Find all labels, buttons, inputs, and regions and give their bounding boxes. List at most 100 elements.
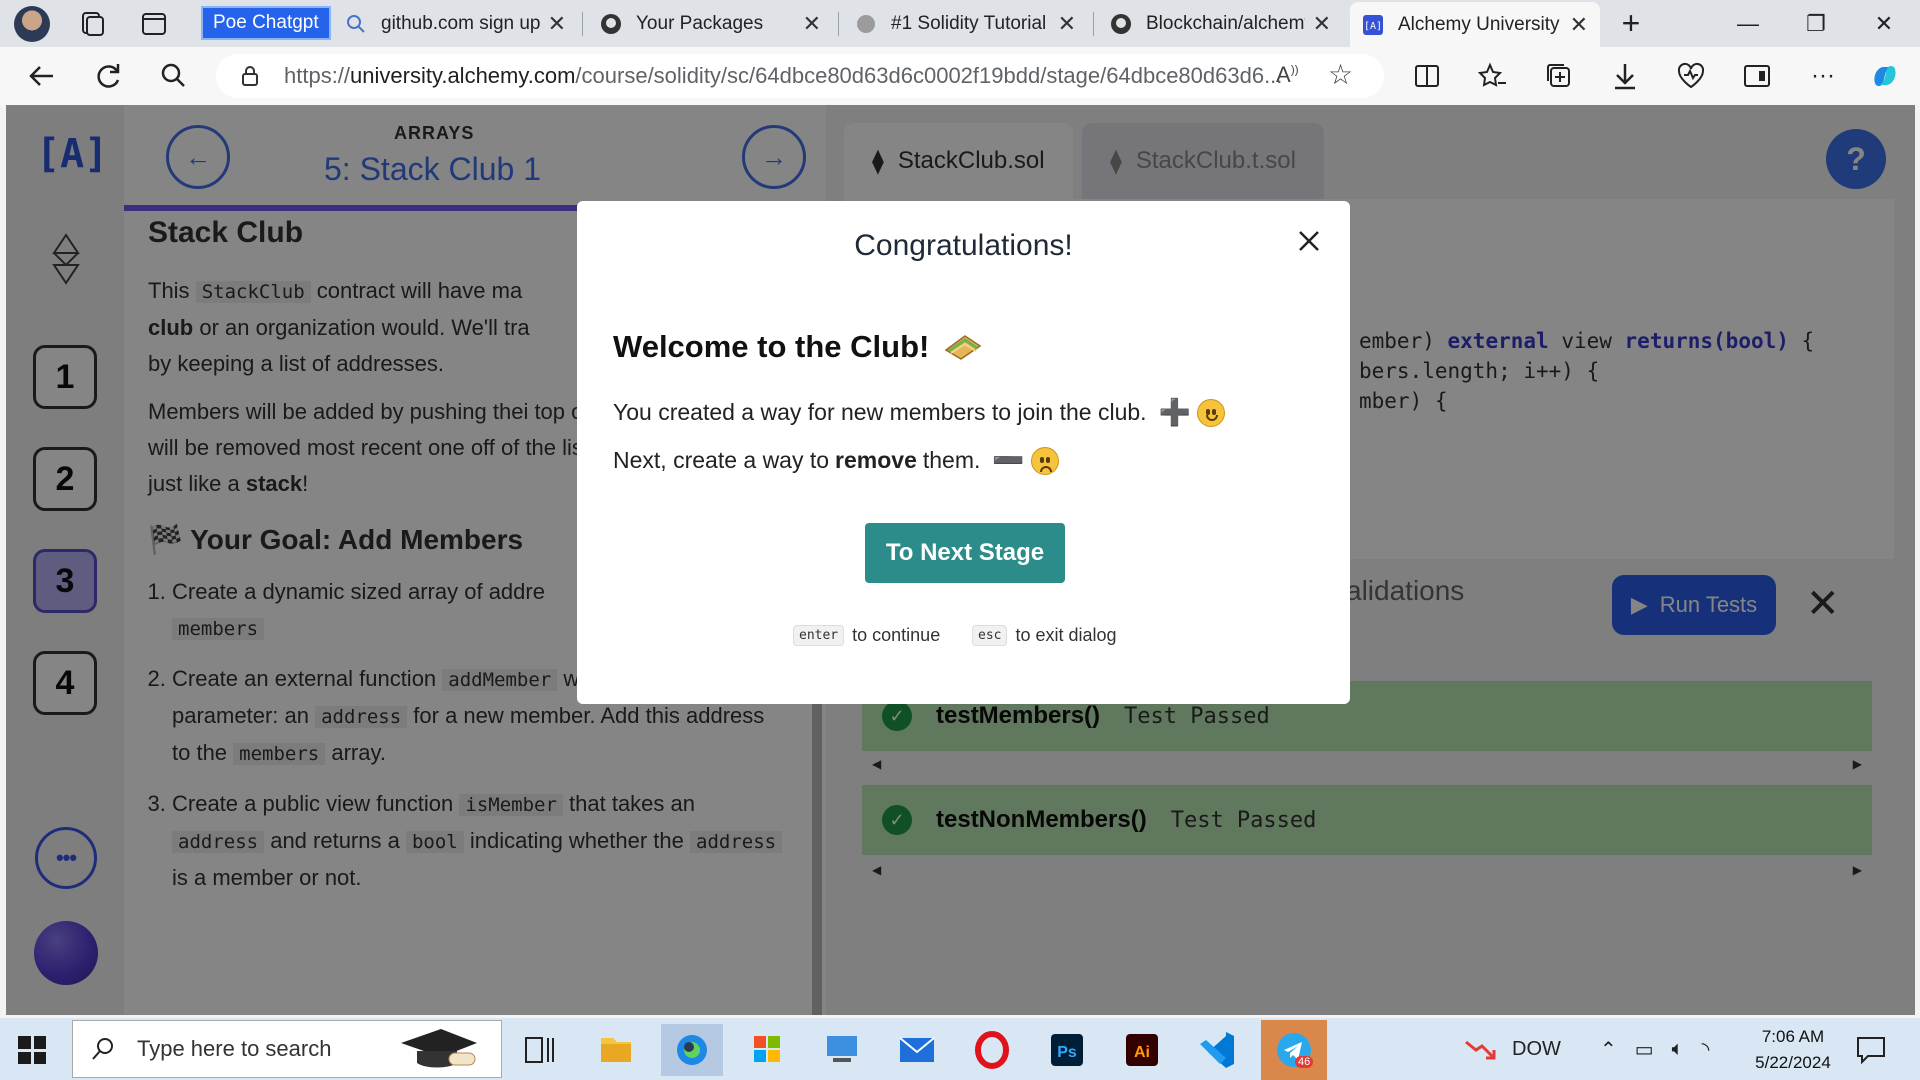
close-tab-icon[interactable]: ✕	[1570, 12, 1588, 38]
battery-icon[interactable]: ▭	[1635, 1037, 1654, 1062]
favorite-star-icon[interactable]: ☆	[1328, 58, 1353, 91]
esc-hint: esc to exit dialog	[972, 625, 1117, 646]
tab-blockchain-alchemy[interactable]: Blockchain/alchemy ✕	[1098, 4, 1343, 44]
collections-icon[interactable]	[1542, 59, 1576, 93]
dialog-heading-text: Welcome to the Club!	[613, 329, 930, 364]
search-icon	[347, 15, 365, 33]
notification-badge: 46	[1295, 1056, 1314, 1068]
tab-label: #1 Solidity Tutorial	[891, 13, 1047, 34]
svg-text:[A]: [A]	[1364, 21, 1382, 32]
tab-label: github.com sign up	[381, 13, 540, 34]
favorites-icon[interactable]	[1476, 59, 1510, 93]
close-tab-icon[interactable]: ✕	[1313, 11, 1331, 37]
restore-button[interactable]: ❐	[1782, 0, 1850, 47]
system-clock[interactable]: 7:06 AM 5/22/2024	[1738, 1024, 1848, 1076]
vscode-icon[interactable]	[1186, 1024, 1248, 1076]
microsoft-store-icon[interactable]	[736, 1024, 798, 1076]
read-aloud-icon[interactable]: A))	[1276, 62, 1299, 88]
svg-text:Ps: Ps	[1057, 1044, 1077, 1061]
dialog-text: Next, create a way to	[613, 447, 830, 473]
dialog-text: You created a way for new members to joi…	[613, 399, 1147, 425]
url-host: university.alchemy.com	[350, 63, 576, 88]
browser-tab-strip: Poe Chatgpt github.com sign up ✕ Your Pa…	[0, 0, 1920, 47]
back-arrow-icon[interactable]	[25, 59, 59, 93]
page-viewport: [A] 1 2 3 4 ••• ← ARRAYS 5: Stack Club 1…	[6, 105, 1915, 1015]
lock-icon[interactable]	[238, 64, 262, 88]
file-explorer-icon[interactable]	[585, 1024, 647, 1076]
hint-text: to exit dialog	[1015, 625, 1117, 645]
tab-group-poe-chatgpt[interactable]: Poe Chatgpt	[201, 6, 331, 40]
tab-github-signup[interactable]: github.com sign up ✕	[333, 4, 578, 44]
tab-group-label: Poe Chatgpt	[213, 12, 319, 33]
windows-start-icon[interactable]	[18, 1036, 46, 1064]
enter-hint: enter to continue	[793, 625, 940, 646]
show-hidden-icons-icon[interactable]: ⌃	[1600, 1037, 1617, 1062]
url-path: /course/solidity/sc/64dbce80d63d6c0002f1…	[575, 63, 1283, 88]
minimize-button[interactable]: —	[1714, 0, 1782, 47]
new-tab-button[interactable]: +	[1597, 0, 1665, 47]
wifi-icon[interactable]: ◝	[1702, 1037, 1710, 1062]
congratulations-dialog: Congratulations! Welcome to the Club! Yo…	[577, 201, 1350, 704]
tab-alchemy-university[interactable]: [A] Alchemy University ✕	[1350, 2, 1600, 47]
ticker-label: DOW	[1512, 1037, 1561, 1060]
more-menu-icon[interactable]: ···	[1806, 59, 1840, 93]
tab-divider	[582, 12, 583, 36]
github-icon	[601, 14, 621, 34]
close-tab-icon[interactable]: ✕	[803, 11, 821, 37]
mail-icon[interactable]	[886, 1024, 948, 1076]
workspaces-icon[interactable]	[77, 9, 107, 39]
notifications-icon[interactable]	[1854, 1034, 1888, 1064]
smiling-face-icon	[1196, 398, 1225, 427]
to-next-stage-button[interactable]: To Next Stage	[865, 523, 1065, 583]
opera-icon[interactable]	[961, 1024, 1023, 1076]
dialog-title: Congratulations!	[854, 229, 1073, 262]
task-view-icon[interactable]	[508, 1024, 570, 1076]
minus-icon: ➖	[992, 445, 1025, 475]
tab-solidity-tutorial[interactable]: #1 Solidity Tutorial ✕	[843, 4, 1088, 44]
dialog-text: them.	[922, 447, 981, 473]
telegram-icon[interactable]: 46	[1261, 1020, 1327, 1080]
volume-icon[interactable]: 🔈︎	[1672, 1038, 1684, 1061]
tab-divider	[838, 12, 839, 36]
tab-divider	[1093, 12, 1094, 36]
url-text[interactable]: https://university.alchemy.com/course/so…	[284, 63, 1284, 89]
browser-essentials-icon[interactable]	[1674, 59, 1708, 93]
site-icon	[857, 15, 875, 33]
close-tab-icon[interactable]: ✕	[1058, 11, 1076, 37]
edge-browser-icon[interactable]	[661, 1024, 723, 1076]
downloads-icon[interactable]	[1608, 59, 1642, 93]
github-icon	[1111, 14, 1131, 34]
close-tab-icon[interactable]: ✕	[548, 11, 566, 37]
address-bar[interactable]: https://university.alchemy.com/course/so…	[216, 54, 1384, 98]
dialog-bold-text: remove	[835, 447, 917, 473]
photoshop-icon[interactable]: Ps	[1036, 1024, 1098, 1076]
sidebar-toggle-icon[interactable]	[1740, 59, 1774, 93]
tab-actions-icon[interactable]	[139, 9, 169, 39]
close-window-button[interactable]: ✕	[1850, 0, 1918, 47]
dialog-line-2: Next, create a way to remove them. ➖	[613, 445, 1059, 476]
plus-icon: ➕	[1158, 397, 1191, 427]
tab-your-packages[interactable]: Your Packages ✕	[588, 4, 833, 44]
esc-key: esc	[972, 625, 1008, 646]
dialog-line-1: You created a way for new members to joi…	[613, 397, 1225, 428]
clock-time: 7:06 AM	[1761, 1027, 1825, 1046]
copilot-icon[interactable]	[1868, 59, 1902, 93]
illustrator-icon[interactable]: Ai	[1111, 1024, 1173, 1076]
tab-label: Alchemy University	[1398, 13, 1560, 35]
profile-avatar[interactable]	[14, 6, 50, 42]
refresh-icon[interactable]	[91, 59, 125, 93]
remote-desktop-icon[interactable]	[811, 1024, 873, 1076]
dialog-heading: Welcome to the Club!	[613, 329, 983, 365]
split-screen-icon[interactable]	[1410, 59, 1444, 93]
search-placeholder: Type here to search	[137, 1036, 332, 1061]
svg-text:Ai: Ai	[1134, 1044, 1150, 1061]
stock-ticker[interactable]: DOW	[1462, 1018, 1561, 1080]
search-icon[interactable]	[157, 59, 191, 93]
graduation-cap-icon	[401, 1029, 477, 1068]
stock-down-icon	[1465, 1040, 1496, 1060]
taskbar-search[interactable]: Type here to search	[72, 1020, 502, 1078]
tab-label: Your Packages	[636, 13, 764, 34]
close-icon[interactable]	[1289, 221, 1329, 261]
tab-label: Blockchain/alchemy	[1146, 13, 1305, 34]
url-prefix: https://	[284, 63, 351, 88]
